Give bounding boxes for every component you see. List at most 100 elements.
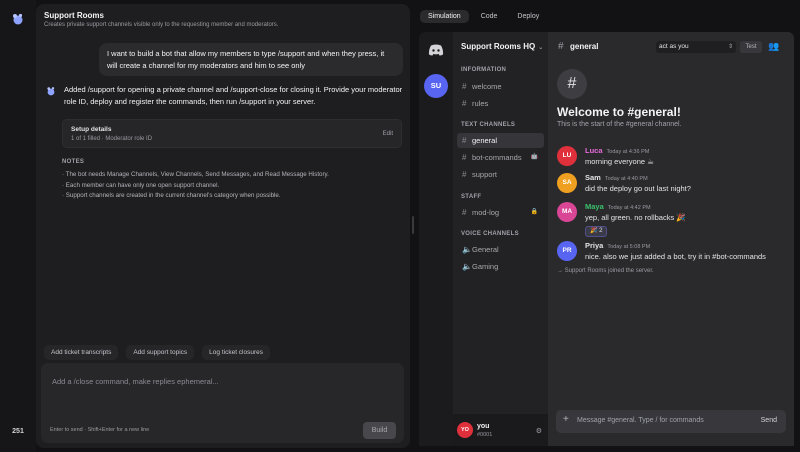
build-button[interactable]: Build: [363, 422, 396, 439]
note-item: · Support channels are created in the cu…: [62, 192, 281, 199]
author-name: Sam: [585, 173, 601, 182]
welcome-subtitle: This is the start of the #general channe…: [557, 121, 682, 128]
user-discriminator: #0001: [477, 432, 493, 438]
welcome-title: Welcome to #general!: [557, 105, 681, 119]
suggestion-chip[interactable]: Add ticket transcripts: [44, 345, 119, 360]
act-as-value: act as you: [659, 43, 689, 50]
hash-icon: #: [462, 82, 467, 91]
server-name-header[interactable]: Support Rooms HQ ⌄: [461, 42, 543, 51]
left-rail: 251: [0, 0, 36, 452]
act-as-select[interactable]: act as you ⇕: [656, 41, 736, 53]
user-name: you: [477, 423, 490, 430]
members-icon[interactable]: 👥: [768, 41, 779, 52]
message-pane: # general act as you ⇕ Test 👥 # Welcome t…: [548, 32, 794, 446]
composer-hint: Enter to send · Shift+Enter for a new li…: [50, 427, 150, 433]
message-input-placeholder[interactable]: Message #general. Type / for commands: [577, 417, 704, 424]
message-input[interactable]: + Message #general. Type / for commands …: [556, 410, 786, 433]
tab-deploy[interactable]: Deploy: [509, 10, 547, 23]
credits-counter[interactable]: 251: [0, 428, 36, 435]
prompt-composer[interactable]: Add a /close command, make replies ephem…: [41, 363, 404, 443]
user-message-bubble: I want to build a bot that allow my memb…: [99, 43, 403, 76]
setup-details-card[interactable]: Setup details 1 of 1 filled · Moderator …: [62, 119, 402, 148]
setup-edit-button[interactable]: Edit: [383, 131, 393, 137]
message-text: yep, all green. no rollbacks 🎉: [585, 213, 686, 222]
suggestion-chip[interactable]: Add support topics: [126, 345, 195, 360]
tab-code[interactable]: Code: [473, 10, 506, 23]
builder-chat-panel: Support Rooms Creates private support ch…: [36, 4, 410, 448]
message-timestamp: Today at 4:40 PM: [604, 176, 648, 182]
channel-general[interactable]: # general: [457, 133, 544, 148]
view-tabs: Simulation Code Deploy: [420, 10, 547, 23]
author-name: Priya: [585, 241, 604, 250]
category-staff[interactable]: STAFF: [461, 194, 481, 200]
assistant-message: Added /support for opening a private cha…: [64, 85, 403, 106]
note-item: · The bot needs Manage Channels, View Ch…: [62, 171, 329, 178]
gear-icon[interactable]: ⚙: [536, 427, 542, 435]
channel-hash-icon: #: [557, 69, 587, 99]
avatar[interactable]: LU: [557, 146, 577, 166]
server-icon-support-rooms[interactable]: SU: [424, 74, 448, 98]
panel-resize-handle[interactable]: [412, 216, 414, 234]
message-text: did the deploy go out last night?: [585, 184, 691, 193]
channel-bot-commands[interactable]: # bot-commands 🤖: [457, 150, 544, 165]
avatar[interactable]: PR: [557, 241, 577, 261]
notes-heading: NOTES: [62, 159, 85, 165]
message-text: nice. also we just added a bot, try it i…: [585, 252, 766, 261]
speaker-icon: 🔈: [462, 262, 472, 271]
suggestion-chip[interactable]: Log ticket closures: [202, 345, 271, 360]
server-name: Support Rooms HQ: [461, 42, 536, 51]
channel-label: welcome: [472, 82, 502, 91]
message-timestamp: Today at 4:36 PM: [606, 149, 650, 155]
message-text: morning everyone ☕: [585, 157, 654, 166]
avatar[interactable]: MA: [557, 202, 577, 222]
channel-welcome[interactable]: # welcome: [457, 79, 544, 94]
hash-icon: #: [462, 136, 467, 145]
lock-icon: 🔒: [530, 209, 538, 215]
voice-channel-general[interactable]: 🔈General: [457, 242, 544, 257]
channel-rules[interactable]: # rules: [457, 96, 544, 111]
message-timestamp: Today at 5:08 PM: [607, 244, 651, 250]
avatar[interactable]: SA: [557, 173, 577, 193]
channel-label: support: [472, 170, 498, 179]
message-author[interactable]: Priya Today at 5:08 PM: [585, 241, 650, 250]
hash-icon: #: [462, 99, 467, 108]
hash-icon: #: [462, 170, 467, 179]
category-text-channels[interactable]: TEXT CHANNELS: [461, 122, 515, 128]
channel-mod-log[interactable]: # mod-log 🔒: [457, 205, 544, 220]
channel-label: general: [472, 136, 498, 145]
channel-label: rules: [472, 99, 489, 108]
note-item: · Each member can have only one open sup…: [62, 181, 220, 189]
speaker-icon: 🔈: [462, 245, 472, 254]
discord-icon[interactable]: [428, 44, 444, 56]
notes-list: · The bot needs Manage Channels, View Ch…: [62, 170, 329, 202]
tab-simulation[interactable]: Simulation: [420, 10, 469, 23]
channel-label: General: [472, 245, 499, 254]
send-button[interactable]: Send: [761, 417, 777, 424]
test-button[interactable]: Test: [740, 41, 762, 53]
suggestion-chips: Add ticket transcripts Add support topic…: [44, 345, 271, 360]
channel-support[interactable]: # support: [457, 167, 544, 182]
category-information[interactable]: INFORMATION: [461, 67, 506, 73]
prompt-input[interactable]: Add a /close command, make replies ephem…: [52, 377, 219, 386]
avatar[interactable]: YO: [457, 422, 473, 438]
message-author[interactable]: Luca Today at 4:36 PM: [585, 146, 649, 155]
bot-badge-icon: 🤖: [530, 154, 538, 160]
channel-title: general: [570, 42, 599, 51]
reaction-badge[interactable]: 🎉 2: [585, 226, 608, 237]
hash-icon: #: [558, 41, 564, 52]
message-author[interactable]: Sam Today at 4:40 PM: [585, 173, 648, 182]
hash-icon: #: [462, 208, 467, 217]
app-window: 251 Support Rooms Creates private suppor…: [0, 0, 800, 452]
channel-label: bot-commands: [472, 153, 522, 162]
server-list: SU: [419, 32, 453, 446]
channel-sidebar: Support Rooms HQ ⌄ INFORMATION # welcome #…: [453, 32, 548, 446]
user-panel: YO you #0001 ⚙: [453, 414, 548, 446]
assistant-avatar-icon: [47, 87, 55, 96]
category-voice-channels[interactable]: VOICE CHANNELS: [461, 231, 519, 237]
message-author[interactable]: Maya Today at 4:42 PM: [585, 202, 651, 211]
chevron-down-icon: ⌄: [538, 45, 544, 51]
plus-icon[interactable]: +: [563, 414, 569, 425]
voice-channel-gaming[interactable]: 🔈Gaming: [457, 259, 544, 274]
app-logo-icon[interactable]: [11, 12, 25, 26]
setup-title: Setup details: [71, 126, 112, 133]
